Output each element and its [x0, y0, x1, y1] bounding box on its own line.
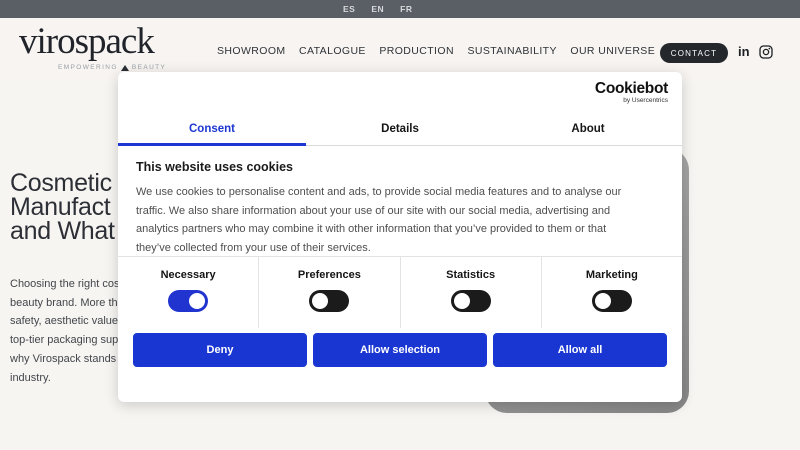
consent-actions: Deny Allow selection Allow all — [133, 333, 667, 367]
category-necessary: Necessary — [118, 257, 258, 328]
logo-wordmark: virospack — [19, 24, 154, 60]
intro-paragraph-line: why Virospack stands o — [10, 350, 130, 369]
necessary-toggle[interactable] — [168, 290, 208, 312]
intro-paragraph-line: Choosing the right cosm — [10, 275, 130, 294]
language-bar: ES EN FR — [0, 0, 800, 18]
nav-item-showroom[interactable]: SHOWROOM — [217, 45, 286, 57]
main-nav: SHOWROOM CATALOGUE PRODUCTION SUSTAINABI… — [217, 45, 702, 57]
intro-paragraph: Choosing the right cosm beauty brand. Mo… — [10, 275, 130, 387]
social-links: in — [738, 42, 773, 62]
category-label: Preferences — [259, 269, 399, 281]
nav-item-catalogue[interactable]: CATALOGUE — [299, 45, 366, 57]
intro-paragraph-line: safety, aesthetic value, a — [10, 312, 130, 331]
dialog-title: This website uses cookies — [136, 160, 648, 174]
category-label: Statistics — [401, 269, 541, 281]
site-header: virospack EMPOWERING BEAUTY SHOWROOM CAT… — [0, 18, 800, 80]
preferences-toggle[interactable] — [309, 290, 349, 312]
nav-item-production[interactable]: PRODUCTION — [379, 45, 454, 57]
allow-selection-button[interactable]: Allow selection — [313, 333, 487, 367]
toggle-knob — [595, 293, 611, 309]
page-title-line: and What — [10, 220, 115, 244]
lang-es[interactable]: ES — [343, 4, 355, 14]
intro-paragraph-line: beauty brand. More than — [10, 294, 130, 313]
instagram-icon[interactable] — [759, 45, 773, 59]
language-switcher: ES EN FR — [343, 0, 413, 18]
statistics-toggle[interactable] — [451, 290, 491, 312]
toggle-knob — [189, 293, 205, 309]
intro-paragraph-line: top-tier packaging supp — [10, 331, 130, 350]
intro-paragraph-line: industry. — [10, 369, 130, 388]
allow-all-button[interactable]: Allow all — [493, 333, 667, 367]
marketing-toggle[interactable] — [592, 290, 632, 312]
nav-item-sustainability[interactable]: SUSTAINABILITY — [467, 45, 556, 57]
virospack-logo[interactable]: virospack EMPOWERING BEAUTY — [19, 24, 154, 60]
triangle-icon — [121, 65, 129, 71]
page-title: Cosmetic Manufact and What — [10, 172, 115, 243]
deny-button[interactable]: Deny — [133, 333, 307, 367]
nav-item-our-universe[interactable]: OUR UNIVERSE — [570, 45, 655, 57]
contact-button[interactable]: CONTACT — [660, 43, 728, 63]
lang-fr[interactable]: FR — [400, 4, 412, 14]
cookiebot-wordmark: Cookiebot — [595, 81, 668, 97]
cookiebot-byline: by Usercentrics — [595, 97, 668, 104]
toggle-knob — [454, 293, 470, 309]
tagline-word-1: EMPOWERING — [58, 64, 118, 71]
tagline-word-2: BEAUTY — [132, 64, 166, 71]
category-label: Marketing — [542, 269, 682, 281]
category-preferences: Preferences — [258, 257, 399, 328]
consent-panel: This website uses cookies We use cookies… — [136, 160, 648, 257]
cookie-consent-dialog: Cookiebot by Usercentrics Consent Detail… — [118, 72, 682, 402]
tab-about[interactable]: About — [494, 112, 682, 145]
category-marketing: Marketing — [541, 257, 682, 328]
logo-tagline: EMPOWERING BEAUTY — [58, 64, 166, 71]
tab-details[interactable]: Details — [306, 112, 494, 145]
cookie-categories: Necessary Preferences Statistics Marketi… — [118, 256, 682, 328]
cookiebot-logo[interactable]: Cookiebot by Usercentrics — [595, 81, 668, 104]
dialog-tabs: Consent Details About — [118, 112, 682, 146]
lang-en[interactable]: EN — [371, 4, 384, 14]
linkedin-icon[interactable]: in — [738, 42, 750, 62]
toggle-knob — [312, 293, 328, 309]
category-statistics: Statistics — [400, 257, 541, 328]
category-label: Necessary — [118, 269, 258, 281]
tab-consent[interactable]: Consent — [118, 112, 306, 145]
dialog-description: We use cookies to personalise content an… — [136, 183, 644, 257]
